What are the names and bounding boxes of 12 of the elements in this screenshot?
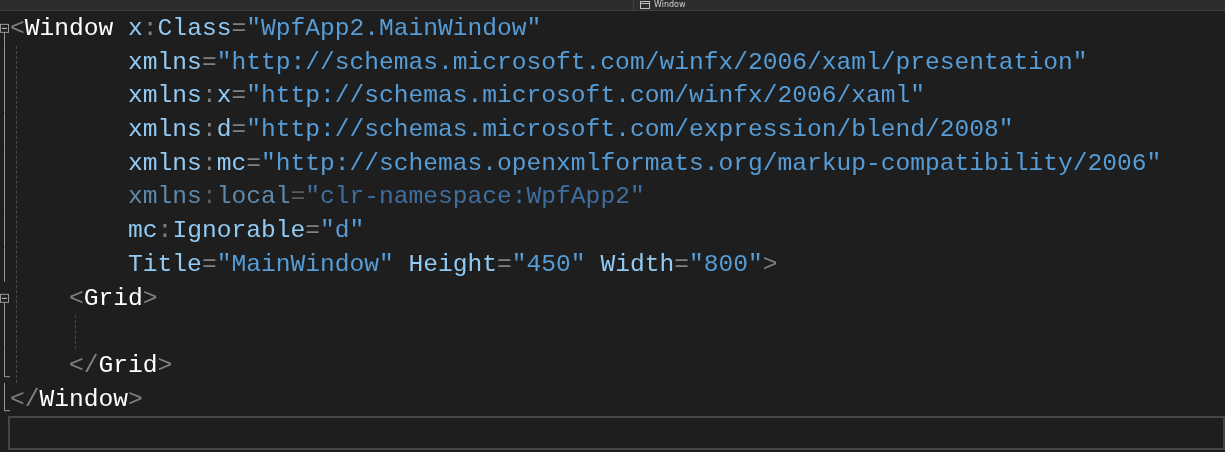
window-icon (640, 1, 650, 9)
code-line: </Grid> (69, 350, 173, 381)
code-line: xmlns:x="http://schemas.microsoft.com/winfx/2006/xaml" (128, 81, 926, 112)
code-line: Title="MainWindow" Height="450" Width="800"> (128, 249, 778, 280)
code-line: <Grid> (69, 283, 158, 314)
code-line: mc:Ignorable="d" (128, 216, 365, 247)
code-line: xmlns:local="clr-namespace:WpfApp2" (128, 182, 645, 213)
code-line: xmlns="http://schemas.microsoft.com/winfx/2006/xaml/presentation" (128, 47, 1088, 78)
code-line: xmlns:mc="http://schemas.openxmlformats.org/markup-compatibility/2006" (128, 148, 1162, 179)
code-line: <Window x:Class="WpfApp2.MainWindow" (10, 14, 542, 44)
code-line: xmlns:d="http://schemas.microsoft.com/expression/blend/2008" (128, 115, 1014, 146)
code-line: </Window> (10, 384, 143, 415)
